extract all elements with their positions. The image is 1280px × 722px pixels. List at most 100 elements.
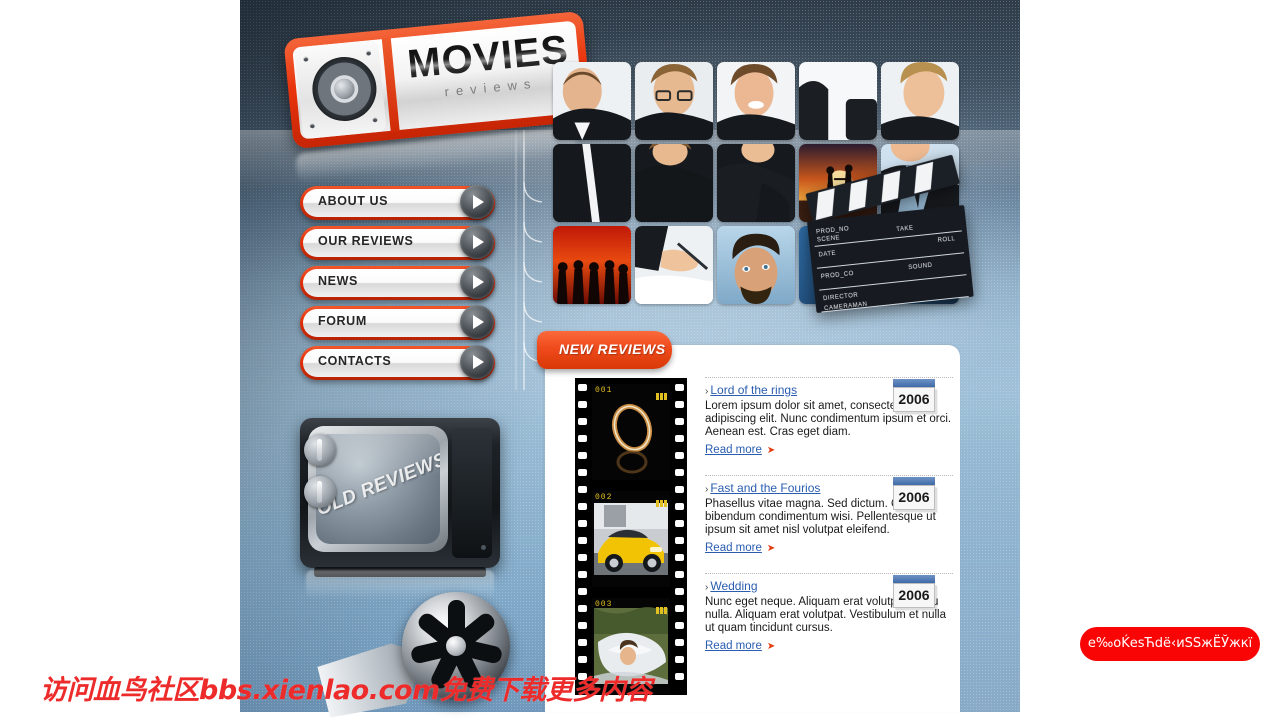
nav-item-news[interactable]: NEWS: [300, 265, 495, 300]
screw-icon: [309, 123, 316, 129]
filmstrip-perforation: [578, 571, 587, 578]
screw-icon: [303, 56, 309, 62]
cta-button-label: e‰oḰesЋdë‹иSSжЁЎжкï: [1087, 636, 1253, 651]
filmstrip-perforation: [675, 452, 684, 459]
photo-thumbnail: [553, 226, 631, 304]
filmstrip-perforation: [578, 452, 587, 459]
review-year-badge: 2006: [893, 379, 935, 412]
filmstrip-perforation: [675, 537, 684, 544]
filmstrip-perforation: [578, 435, 587, 442]
filmstrip-perforation: [675, 605, 684, 612]
filmstrip-perforation: [675, 571, 684, 578]
old-reviews-tv[interactable]: OLD REVIEWS: [300, 418, 500, 577]
filmstrip-perforation: [578, 537, 587, 544]
nav-item-label: FORUM: [318, 314, 367, 328]
photo-thumbnail: [717, 62, 795, 140]
filmstrip-perforation: [675, 554, 684, 561]
bullet-arrow-icon: ›: [705, 582, 709, 593]
new-reviews-tab-label: NEW REVIEWS: [559, 341, 666, 357]
logo-speaker-box: [294, 39, 387, 140]
nav-item-our-reviews[interactable]: OUR REVIEWS: [300, 225, 495, 260]
frame-number: 003: [595, 600, 613, 609]
year-badge-value: 2006: [893, 485, 935, 510]
watermark-text: 访问血鸟社区bbs.xienlao.com免费下载更多内容: [40, 675, 652, 706]
filmstrip-perforation: [578, 554, 587, 561]
nav-item-contacts[interactable]: CONTACTS: [300, 345, 495, 380]
read-more-arrow-icon: ➤: [766, 542, 776, 554]
filmstrip-perforation: [675, 673, 684, 680]
review-divider: [705, 475, 953, 476]
filmstrip-frame[interactable]: 002: [592, 491, 670, 587]
filmstrip-perforation: [578, 588, 587, 595]
play-circle-icon[interactable]: [460, 185, 494, 219]
photo-thumbnail: [553, 62, 631, 140]
tv-knob-icon[interactable]: [304, 476, 336, 508]
photo-thumbnail: [799, 62, 877, 140]
filmstrip-perforation: [578, 503, 587, 510]
filmstrip-perforation: [675, 469, 684, 476]
review-title-link[interactable]: Wedding: [710, 579, 757, 593]
speaker-icon: [309, 54, 380, 124]
clapperboard-icon: PROD_NO SCENE TAKE DATE ROLL PROD_CO DIR…: [804, 154, 976, 315]
page-root: MOVIES reviews PROD_NO SCENE TAKE DATE R…: [0, 0, 1280, 712]
photo-thumbnail: [717, 144, 795, 222]
photo-thumbnail: [553, 144, 631, 222]
filmstrip-perforation: [675, 656, 684, 663]
review-year-badge: 2006: [893, 575, 935, 608]
bullet-arrow-icon: ›: [705, 484, 709, 495]
filmstrip-perforation: [675, 503, 684, 510]
filmstrip-perforation: [675, 401, 684, 408]
filmstrip-perforation: [578, 639, 587, 646]
filmstrip-perforation: [578, 401, 587, 408]
filmstrip-perforation: [578, 656, 587, 663]
photo-thumbnail: [881, 62, 959, 140]
photo-thumbnail: [635, 62, 713, 140]
play-circle-icon[interactable]: [460, 345, 494, 379]
read-more-link[interactable]: Read more: [705, 640, 762, 652]
cta-button[interactable]: e‰oḰesЋdë‹иSSжЁЎжкï: [1080, 627, 1260, 661]
nav-item-label: ABOUT US: [318, 194, 389, 208]
screw-icon: [365, 50, 372, 56]
frame-marker-icon: [655, 601, 667, 619]
filmstrip-perforation: [578, 384, 587, 391]
nav-item-label: NEWS: [318, 274, 358, 288]
filmstrip-perforation: [578, 418, 587, 425]
read-more-arrow-icon: ➤: [766, 640, 776, 652]
filmstrip-perforation: [675, 486, 684, 493]
year-badge-bar: [893, 575, 935, 583]
review-title-link[interactable]: Fast and the Fourios: [710, 481, 820, 495]
photo-thumbnail: [717, 226, 795, 304]
filmstrip-perforation: [578, 605, 587, 612]
frame-number: 001: [595, 386, 613, 395]
filmstrip-perforation: [675, 384, 684, 391]
main-navigation: ABOUT US OUR REVIEWS NEWS FORUM CONTACTS: [300, 185, 500, 386]
year-badge-bar: [893, 379, 935, 387]
review-title-link[interactable]: Lord of the rings: [710, 383, 797, 397]
filmstrip-perforations-right: [672, 378, 687, 695]
tv-knob-icon[interactable]: [304, 434, 336, 466]
new-reviews-tab[interactable]: NEW REVIEWS: [537, 331, 672, 369]
filmstrip-perforation: [675, 639, 684, 646]
review-divider: [705, 573, 953, 574]
year-badge-value: 2006: [893, 583, 935, 608]
filmstrip-perforation: [675, 418, 684, 425]
tv-control-panel: [452, 428, 492, 558]
screw-icon: [372, 116, 378, 123]
new-reviews-panel: 001 002 003 › Lord of the rings Lorem ipsum …: [545, 345, 960, 712]
play-circle-icon[interactable]: [460, 265, 494, 299]
nav-item-label: OUR REVIEWS: [318, 234, 414, 248]
play-circle-icon[interactable]: [460, 225, 494, 259]
photo-thumbnail: [635, 144, 713, 222]
nav-item-about-us[interactable]: ABOUT US: [300, 185, 495, 220]
filmstrip-perforation: [578, 469, 587, 476]
review-year-badge: 2006: [893, 477, 935, 510]
read-more-link[interactable]: Read more: [705, 542, 762, 554]
clapper-body: PROD_NO SCENE TAKE DATE ROLL PROD_CO DIR…: [806, 205, 974, 314]
filmstrip-frame[interactable]: 001: [592, 384, 670, 480]
year-badge-value: 2006: [893, 387, 935, 412]
nav-item-forum[interactable]: FORUM: [300, 305, 495, 340]
play-circle-icon[interactable]: [460, 305, 494, 339]
frame-marker-icon: [655, 494, 667, 512]
filmstrip-perforation: [675, 622, 684, 629]
read-more-link[interactable]: Read more: [705, 444, 762, 456]
